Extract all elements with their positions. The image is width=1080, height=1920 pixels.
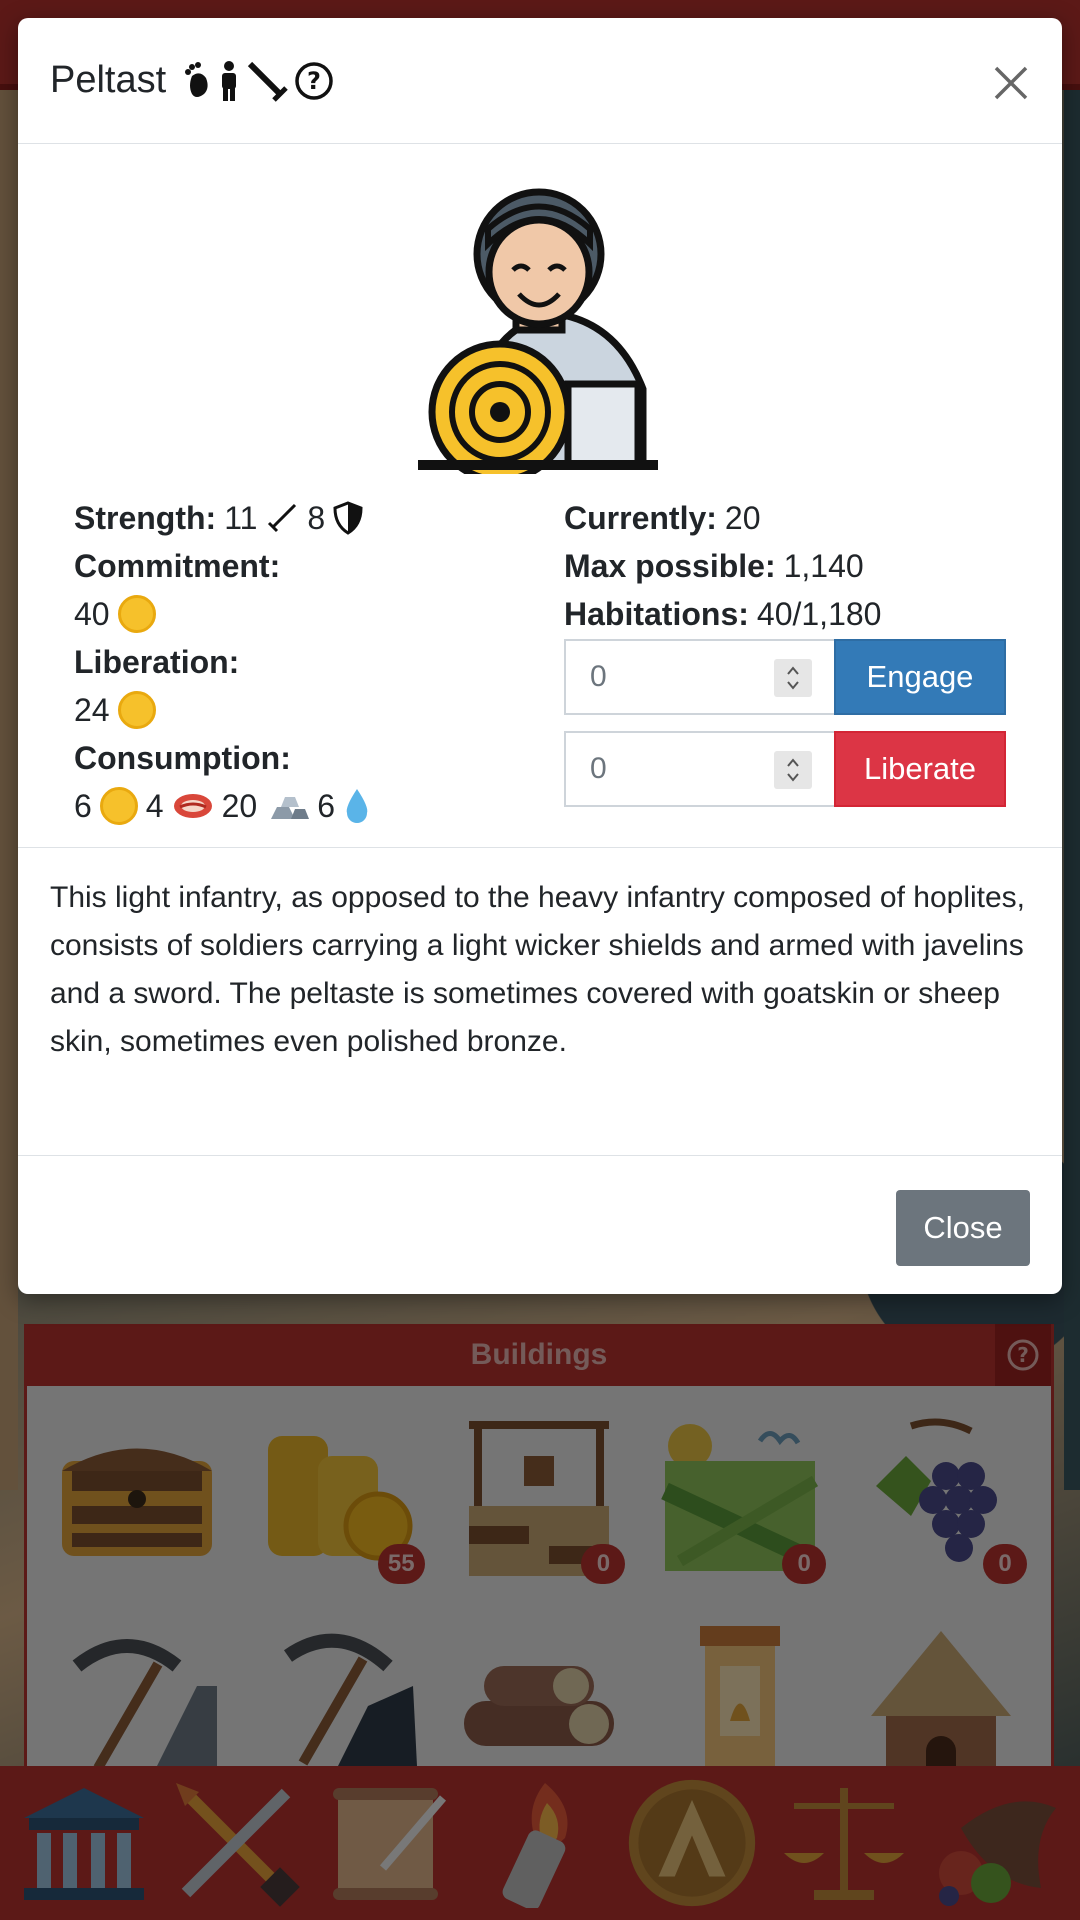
modal-footer: Close (18, 1156, 1062, 1294)
modal-body: Strength: 11 8 Commitment: 40 Liberation… (18, 144, 1062, 848)
unit-modal: Peltast ? Strength: 11 8 Commitment: 40 … (18, 18, 1062, 1294)
liberate-quantity-input[interactable]: 0 (564, 731, 834, 807)
close-icon (994, 66, 1028, 100)
meat-icon (173, 794, 212, 818)
gold-coin-icon (99, 787, 138, 825)
consumption-water-value: 6 (317, 788, 335, 824)
engage-row: 0 Engage (564, 639, 1006, 715)
liberate-stepper[interactable] (774, 751, 812, 789)
peltast-portrait-icon (418, 188, 658, 474)
commitment-value: 40 (74, 596, 110, 632)
liberate-row: 0 Liberate (564, 731, 1006, 807)
consumption-metal-value: 20 (221, 788, 258, 824)
help-icon[interactable]: ? (294, 61, 334, 101)
stepper-arrows-icon (787, 666, 799, 690)
water-drop-icon (346, 789, 368, 823)
max-possible-value: 1,140 (783, 548, 864, 584)
habitations-label: Habitations: (564, 596, 749, 632)
habitations-value: 40/1,180 (756, 596, 882, 632)
stepper-arrows-icon (787, 758, 799, 782)
sword-icon (248, 61, 288, 102)
footprint-icon (185, 61, 208, 97)
svg-text:?: ? (307, 67, 321, 95)
liberation-label: Liberation: (74, 644, 240, 680)
consumption-meat-value: 4 (145, 788, 164, 824)
engage-button[interactable]: Engage (834, 639, 1006, 715)
gold-coin-icon (117, 691, 156, 729)
unit-description: This light infantry, as opposed to the h… (18, 848, 1062, 1156)
strength-attack-value: 11 (224, 500, 258, 536)
modal-header: Peltast ? (18, 18, 1062, 144)
gold-coin-icon (117, 595, 156, 633)
max-possible-label: Max possible: (564, 548, 776, 584)
liberation-value: 24 (74, 692, 110, 728)
close-button[interactable]: Close (896, 1190, 1030, 1266)
sword-attack-icon (268, 503, 297, 533)
stats-left: Strength: 11 8 Commitment: 40 Liberation… (74, 494, 534, 830)
engage-stepper[interactable] (774, 659, 812, 697)
strength-defense-value: 8 (307, 500, 326, 536)
currently-value: 20 (724, 500, 761, 536)
shield-defense-icon (333, 501, 363, 535)
close-x-button[interactable] (986, 58, 1036, 108)
currently-label: Currently: (564, 500, 717, 536)
modal-title: Peltast (50, 59, 167, 101)
engage-quantity-input[interactable]: 0 (564, 639, 834, 715)
stats-right: Currently: 20 Max possible: 1,140 Habita… (564, 494, 1024, 638)
commitment-label: Commitment: (74, 548, 281, 584)
consumption-label: Consumption: (74, 740, 291, 776)
liberate-button[interactable]: Liberate (834, 731, 1006, 807)
metal-ingot-icon (271, 797, 310, 819)
consumption-gold-value: 6 (74, 788, 92, 824)
person-icon (222, 60, 237, 101)
strength-label: Strength: (74, 500, 217, 536)
